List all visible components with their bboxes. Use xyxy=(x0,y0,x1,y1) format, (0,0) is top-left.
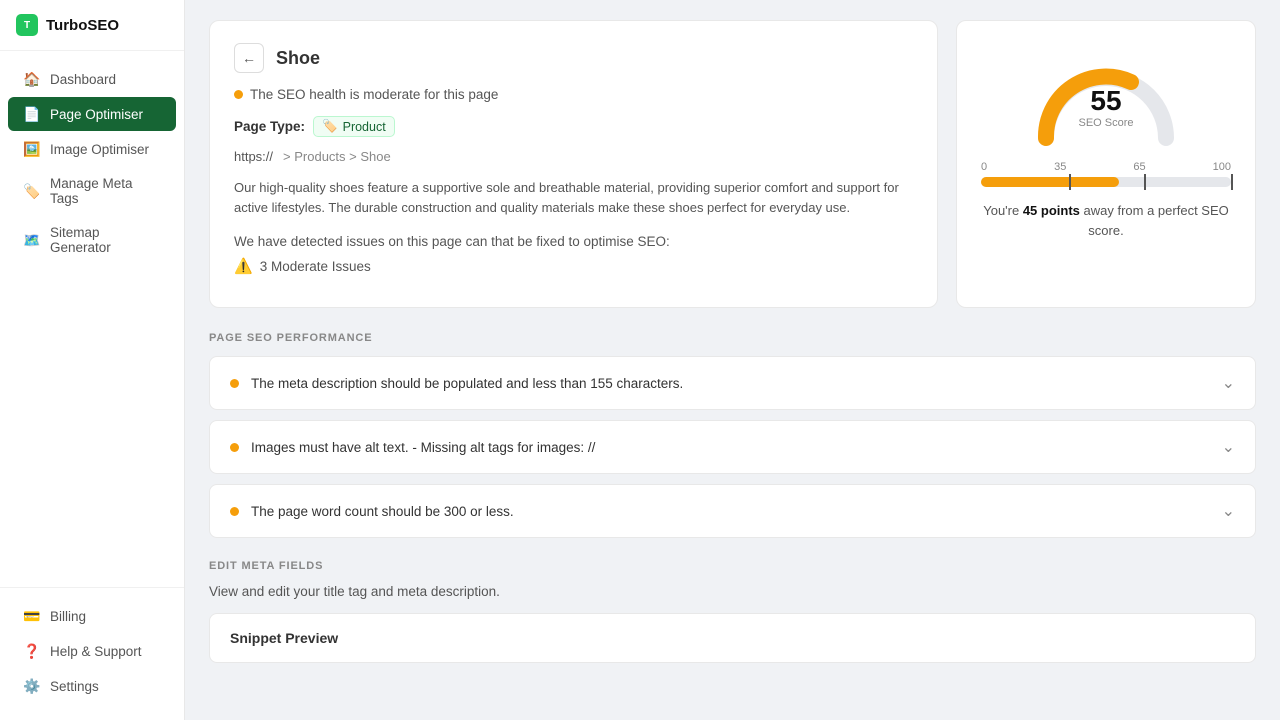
page-description: Our high-quality shoes feature a support… xyxy=(234,178,913,218)
issues-intro: We have detected issues on this page can… xyxy=(234,234,670,249)
performance-section-label: PAGE SEO PERFORMANCE xyxy=(209,332,1256,344)
score-bar-fill xyxy=(981,177,1119,187)
score-bar-container: 0 35 65 100 xyxy=(981,161,1231,187)
sidebar-item-image-optimiser[interactable]: 🖼️ Image Optimiser xyxy=(8,132,176,166)
image-optimiser-icon: 🖼️ xyxy=(24,141,40,157)
sidebar-item-page-optimiser[interactable]: 📄 Page Optimiser xyxy=(8,97,176,131)
page-info-card: ← Shoe The SEO health is moderate for th… xyxy=(209,20,938,308)
dashboard-icon: 🏠 xyxy=(24,71,40,87)
score-msg-prefix: You're xyxy=(983,203,1023,218)
app-logo: T TurboSEO xyxy=(0,0,184,51)
perf-dot-icon-1 xyxy=(230,443,239,452)
sidebar-item-help-support[interactable]: ❓ Help & Support xyxy=(8,634,176,668)
page-type-label: Page Type: xyxy=(234,119,305,134)
edit-meta-description: View and edit your title tag and meta de… xyxy=(209,584,1256,599)
perf-item-left-1: Images must have alt text. - Missing alt… xyxy=(230,440,595,455)
gauge-container: 55 SEO Score xyxy=(1026,43,1186,143)
bar-label-0: 0 xyxy=(981,161,987,173)
sidebar-item-settings[interactable]: ⚙️ Settings xyxy=(8,669,176,703)
breadcrumb: > Products > Shoe xyxy=(283,149,391,164)
issues-badge-text: 3 Moderate Issues xyxy=(260,259,371,274)
edit-meta-section: EDIT META FIELDS View and edit your titl… xyxy=(209,560,1256,663)
status-dot-icon xyxy=(234,90,243,99)
sidebar-label-sitemap-generator: Sitemap Generator xyxy=(50,225,160,255)
page-title: Shoe xyxy=(276,48,320,69)
score-number: 55 xyxy=(1078,87,1133,115)
back-button[interactable]: ← xyxy=(234,43,264,73)
edit-meta-section-label: EDIT META FIELDS xyxy=(209,560,1256,572)
app-name: TurboSEO xyxy=(46,17,119,34)
sidebar-label-help-support: Help & Support xyxy=(50,644,142,659)
perf-item-0[interactable]: The meta description should be populated… xyxy=(209,356,1256,410)
url-row: https:// > Products > Shoe xyxy=(234,149,913,164)
sidebar-label-billing: Billing xyxy=(50,609,86,624)
perf-dot-icon-2 xyxy=(230,507,239,516)
sidebar-label-manage-meta-tags: Manage Meta Tags xyxy=(50,176,160,206)
sidebar: T TurboSEO 🏠 Dashboard 📄 Page Optimiser 🖼️ Im… xyxy=(0,0,185,720)
page-top-section: ← Shoe The SEO health is moderate for th… xyxy=(209,20,1256,308)
logo-icon: T xyxy=(16,14,38,36)
warning-icon: ⚠️ xyxy=(234,257,253,275)
chevron-down-icon-1: ⌄ xyxy=(1222,437,1235,457)
sidebar-item-billing[interactable]: 💳 Billing xyxy=(8,599,176,633)
manage-meta-tags-icon: 🏷️ xyxy=(24,183,40,199)
sidebar-item-manage-meta-tags[interactable]: 🏷️ Manage Meta Tags xyxy=(8,167,176,215)
bar-marker-35 xyxy=(1069,174,1071,190)
page-optimiser-icon: 📄 xyxy=(24,106,40,122)
score-message: You're 45 points away from a perfect SEO… xyxy=(981,201,1231,240)
snippet-preview-card: Snippet Preview xyxy=(209,613,1256,663)
perf-item-2[interactable]: The page word count should be 300 or les… xyxy=(209,484,1256,538)
tag-icon: 🏷️ xyxy=(322,119,338,134)
page-type-badge: 🏷️ Product xyxy=(313,116,395,137)
sidebar-item-dashboard[interactable]: 🏠 Dashboard xyxy=(8,62,176,96)
perf-item-text-0: The meta description should be populated… xyxy=(251,376,683,391)
card-header: ← Shoe xyxy=(234,43,913,73)
sidebar-item-sitemap-generator[interactable]: 🗺️ Sitemap Generator xyxy=(8,216,176,264)
gauge-score: 55 SEO Score xyxy=(1078,87,1133,129)
page-type-value: Product xyxy=(343,120,386,134)
billing-icon: 💳 xyxy=(24,608,40,624)
score-points-away: 45 points xyxy=(1023,203,1080,218)
bar-label-100: 100 xyxy=(1213,161,1231,173)
performance-items: The meta description should be populated… xyxy=(209,356,1256,538)
sidebar-bottom: 💳 Billing ❓ Help & Support ⚙️ Settings xyxy=(0,587,184,720)
sidebar-label-page-optimiser: Page Optimiser xyxy=(50,107,143,122)
perf-item-text-1: Images must have alt text. - Missing alt… xyxy=(251,440,595,455)
perf-dot-icon-0 xyxy=(230,379,239,388)
bar-marker-65 xyxy=(1144,174,1146,190)
snippet-preview-title: Snippet Preview xyxy=(230,630,338,646)
issues-section: We have detected issues on this page can… xyxy=(234,234,913,275)
perf-item-left-2: The page word count should be 300 or les… xyxy=(230,504,514,519)
issue-badge: ⚠️ 3 Moderate Issues xyxy=(234,257,913,275)
page-url: https:// xyxy=(234,149,273,164)
sidebar-label-image-optimiser: Image Optimiser xyxy=(50,142,149,157)
chevron-down-icon-2: ⌄ xyxy=(1222,501,1235,521)
sidebar-label-settings: Settings xyxy=(50,679,99,694)
page-type-row: Page Type: 🏷️ Product xyxy=(234,116,913,137)
settings-icon: ⚙️ xyxy=(24,678,40,694)
score-label: SEO Score xyxy=(1078,117,1133,129)
score-card: 55 SEO Score 0 35 65 100 xyxy=(956,20,1256,308)
status-indicator: The SEO health is moderate for this page xyxy=(234,87,913,102)
sidebar-label-dashboard: Dashboard xyxy=(50,72,116,87)
status-message: The SEO health is moderate for this page xyxy=(250,87,498,102)
perf-item-1[interactable]: Images must have alt text. - Missing alt… xyxy=(209,420,1256,474)
chevron-down-icon-0: ⌄ xyxy=(1222,373,1235,393)
score-bar-track xyxy=(981,177,1231,187)
score-msg-suffix: away from a perfect SEO score. xyxy=(1080,203,1229,238)
sidebar-nav: 🏠 Dashboard 📄 Page Optimiser 🖼️ Image Optimis… xyxy=(0,51,184,587)
perf-item-text-2: The page word count should be 300 or les… xyxy=(251,504,514,519)
main-content: ← Shoe The SEO health is moderate for th… xyxy=(185,0,1280,720)
bar-marker-100 xyxy=(1231,174,1233,190)
help-support-icon: ❓ xyxy=(24,643,40,659)
sitemap-generator-icon: 🗺️ xyxy=(24,232,40,248)
perf-item-left-0: The meta description should be populated… xyxy=(230,376,683,391)
